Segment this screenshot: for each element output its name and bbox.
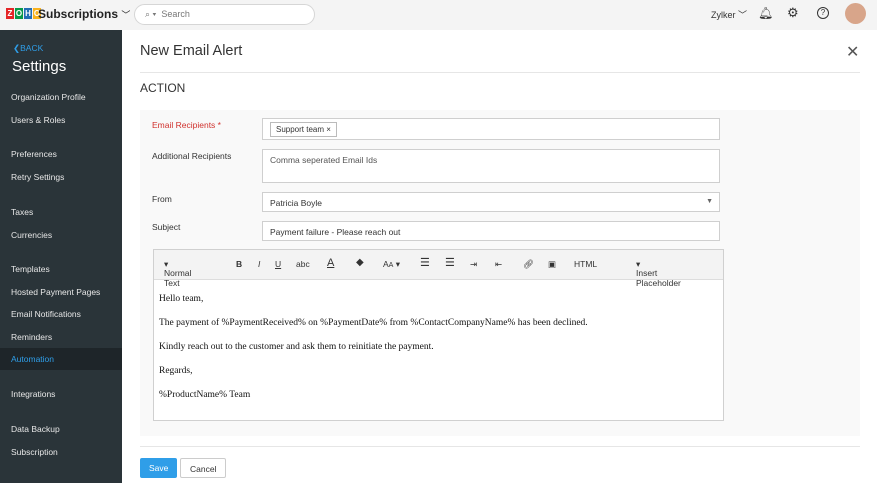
editor-toolbar: Normal Text ▾ B I U abc A ◆ AA ▾ ☰ ☰ ⇥ ⇤…: [154, 250, 723, 288]
bell-icon[interactable]: 🔔︎: [758, 6, 773, 20]
sidebar-item[interactable]: Integrations: [0, 383, 122, 405]
ordered-list-icon[interactable]: ☰: [420, 256, 430, 269]
gear-icon[interactable]: ⚙: [787, 5, 799, 21]
dropdown-arrow-icon: ▼: [706, 198, 713, 205]
top-bar: ZOHO Subscriptions ﹀ ⌕ ▾ Search Zylker ﹀…: [0, 0, 877, 30]
search-placeholder: Search: [161, 9, 190, 19]
app-switcher[interactable]: Subscriptions ﹀: [38, 7, 130, 21]
sidebar-item[interactable]: Retry Settings: [0, 166, 122, 188]
sidebar-item[interactable]: Organization Profile: [0, 86, 122, 108]
image-icon[interactable]: ▣: [548, 259, 556, 270]
bold-button[interactable]: B: [236, 259, 242, 269]
sidebar-item[interactable]: Currencies: [0, 224, 122, 246]
recipients-label: Email Recipients *: [152, 120, 221, 130]
remove-icon[interactable]: ×: [326, 125, 331, 134]
avatar[interactable]: [845, 3, 866, 24]
sidebar-item[interactable]: Hosted Payment Pages: [0, 281, 122, 303]
divider: [140, 446, 860, 447]
app-name: Subscriptions: [38, 7, 119, 21]
modal-title: New Email Alert: [140, 43, 243, 59]
strikethrough-button[interactable]: abc: [296, 259, 310, 269]
org-name: Zylker: [711, 10, 736, 20]
subject-label: Subject: [152, 222, 181, 232]
sidebar-item[interactable]: Data Backup: [0, 418, 122, 440]
outdent-icon[interactable]: ⇤: [495, 259, 502, 270]
indent-icon[interactable]: ⇥: [470, 259, 477, 270]
org-switcher[interactable]: Zylker ﹀: [711, 8, 747, 21]
font-color-icon[interactable]: A: [327, 257, 334, 269]
paint-bucket-icon[interactable]: ◆: [356, 257, 364, 268]
additional-recipients-field[interactable]: Comma seperated Email Ids: [262, 149, 720, 183]
close-icon[interactable]: ✕: [846, 42, 859, 62]
unordered-list-icon[interactable]: ☰: [445, 256, 455, 269]
divider: [140, 72, 860, 73]
from-label: From: [152, 194, 172, 204]
from-value: Patricia Boyle: [270, 198, 322, 208]
underline-button[interactable]: U: [275, 259, 281, 269]
sidebar-item[interactable]: Reminders: [0, 326, 122, 348]
chevron-down-icon: ﹀: [121, 10, 131, 20]
recipient-chip: Support team ×: [270, 122, 337, 137]
zoho-logo: ZOHO: [6, 8, 41, 19]
back-link[interactable]: ❮BACK: [13, 43, 43, 54]
html-button[interactable]: HTML: [574, 259, 597, 269]
save-button[interactable]: Save: [140, 458, 178, 478]
sidebar-item[interactable]: Users & Roles: [0, 109, 122, 131]
link-icon[interactable]: 🔗︎: [523, 259, 534, 270]
additional-label: Additional Recipients: [152, 151, 232, 161]
cancel-button[interactable]: Cancel: [180, 458, 227, 478]
sidebar-item[interactable]: Subscription: [0, 441, 122, 463]
sidebar: ❮BACK Settings Organization Profile User…: [0, 30, 122, 483]
search-icon: ⌕ ▾: [145, 9, 157, 19]
format-dropdown[interactable]: Normal Text ▾: [164, 259, 191, 288]
from-select[interactable]: Patricia Boyle ▼: [262, 192, 720, 212]
font-size-icon[interactable]: AA ▾: [383, 259, 400, 270]
search-input[interactable]: ⌕ ▾ Search: [134, 4, 315, 25]
help-icon[interactable]: ?: [817, 7, 829, 19]
sidebar-item-active[interactable]: Automation: [0, 348, 122, 370]
sidebar-item[interactable]: Email Notifications: [0, 303, 122, 325]
body-line: Regards,: [159, 366, 193, 376]
body-line: Hello team,: [159, 294, 204, 304]
insert-placeholder-dropdown[interactable]: Insert Placeholder ▾: [636, 259, 681, 288]
sidebar-item[interactable]: Templates: [0, 258, 122, 280]
editor-body[interactable]: Hello team, The payment of %PaymentRecei…: [154, 280, 723, 428]
recipients-field[interactable]: Support team ×: [262, 118, 720, 140]
rich-text-editor: Normal Text ▾ B I U abc A ◆ AA ▾ ☰ ☰ ⇥ ⇤…: [153, 249, 724, 421]
italic-button[interactable]: I: [258, 259, 260, 269]
body-line: Kindly reach out to the customer and ask…: [159, 342, 434, 352]
body-line: %ProductName% Team: [159, 390, 251, 400]
sidebar-item[interactable]: Preferences: [0, 143, 122, 165]
subject-input[interactable]: Payment failure - Please reach out: [262, 221, 720, 241]
sidebar-title: Settings: [12, 58, 67, 75]
body-line: The payment of %PaymentReceived% on %Pay…: [159, 318, 588, 328]
sidebar-item[interactable]: Taxes: [0, 201, 122, 223]
section-title: ACTION: [140, 81, 186, 95]
